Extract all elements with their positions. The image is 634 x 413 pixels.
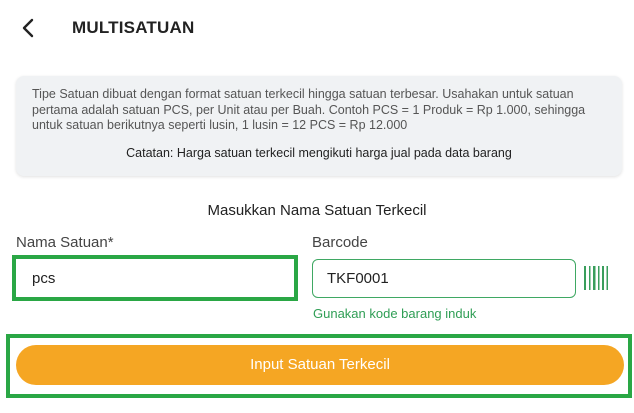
nama-satuan-label: Nama Satuan* [16,234,114,251]
back-button[interactable] [14,13,44,43]
barcode-input[interactable] [312,259,576,298]
page-title: MULTISATUAN [72,18,195,37]
barcode-scan-icon [584,266,608,290]
chevron-left-icon [22,18,34,38]
info-text: Tipe Satuan dibuat dengan format satuan … [32,87,586,132]
info-card: Tipe Satuan dibuat dengan format satuan … [16,76,622,176]
info-note: Catatan: Harga satuan terkecil mengikuti… [126,146,512,160]
nama-satuan-input[interactable] [20,262,290,295]
barcode-scan-button[interactable] [583,264,609,292]
barcode-hint: Gunakan kode barang induk [313,306,477,321]
input-satuan-terkecil-button[interactable]: Input Satuan Terkecil [16,345,624,385]
barcode-label: Barcode [312,234,368,251]
section-title: Masukkan Nama Satuan Terkecil [207,202,427,219]
app-header: MULTISATUAN [0,0,634,58]
